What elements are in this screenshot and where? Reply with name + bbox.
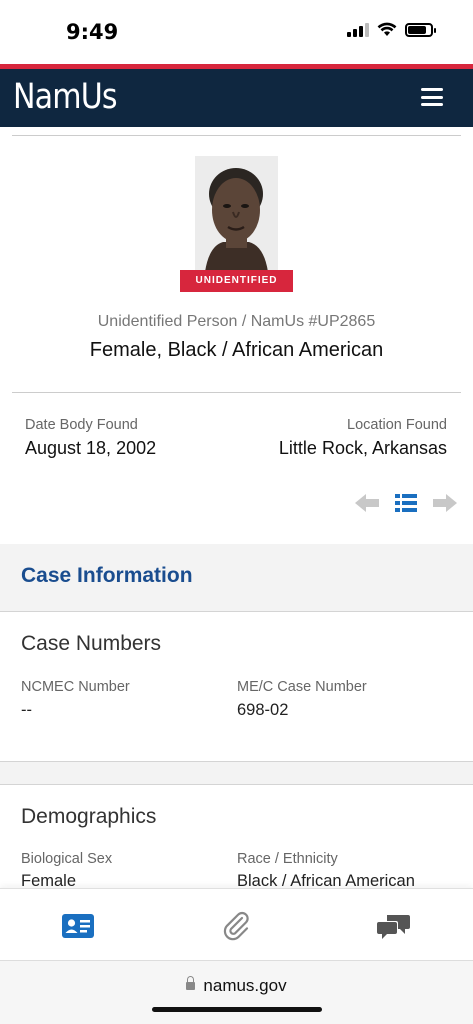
location-found-value: Little Rock, Arkansas [278,438,447,458]
status-badge: UNIDENTIFIED [180,270,293,292]
hamburger-menu-icon[interactable] [421,88,443,106]
case-info-icon[interactable] [58,909,98,943]
person-photo[interactable] [195,156,278,272]
case-headline: Female, Black / African American [89,339,384,361]
chat-icon[interactable] [374,909,414,943]
mec-case-number-label: ME/C Case Number [237,679,367,695]
biological-sex-value: Female [21,872,77,888]
ncmec-number-label: NCMEC Number [21,679,130,695]
case-id: Unidentified Person / NamUs #UP2865 [97,313,376,330]
demographics-panel: Demographics Biological Sex Female Race … [0,784,473,888]
date-body-found-value: August 18, 2002 [25,438,157,458]
divider [12,135,461,136]
location-found-label: Location Found [347,417,447,433]
lock-icon [186,976,196,990]
bottom-tab-bar [0,888,473,960]
divider [12,392,461,393]
namus-logo[interactable]: NamUs [13,77,118,117]
case-numbers-panel: Case Numbers NCMEC Number -- ME/C Case N… [0,612,473,762]
case-navigation [355,494,457,512]
status-time: 9:49 [66,20,119,44]
case-numbers-title: Case Numbers [21,632,162,655]
app-header: NamUs [0,69,473,127]
race-ethnicity-label: Race / Ethnicity [237,851,338,867]
ncmec-number-value: -- [21,701,32,719]
previous-case-arrow-icon[interactable] [355,494,379,512]
case-list-icon[interactable] [395,494,417,512]
demographics-title: Demographics [21,805,157,828]
case-summary-card: UNIDENTIFIED Unidentified Person / NamUs… [0,127,473,544]
wifi-icon [377,22,397,36]
url-field[interactable]: namus.gov [0,976,473,996]
biological-sex-label: Biological Sex [21,851,113,867]
status-icons [347,22,436,37]
battery-icon [405,22,436,37]
attachments-icon[interactable] [216,909,256,943]
cellular-signal-icon [347,22,369,37]
mec-case-number-value: 698-02 [237,701,289,719]
browser-url-bar[interactable]: namus.gov [0,960,473,1024]
next-case-arrow-icon[interactable] [433,494,457,512]
status-bar: 9:49 [0,0,473,64]
url-text: namus.gov [203,976,287,995]
race-ethnicity-value: Black / African American [237,872,415,888]
date-body-found-label: Date Body Found [25,417,138,433]
home-indicator[interactable] [152,1007,322,1012]
section-title[interactable]: Case Information [21,564,193,588]
